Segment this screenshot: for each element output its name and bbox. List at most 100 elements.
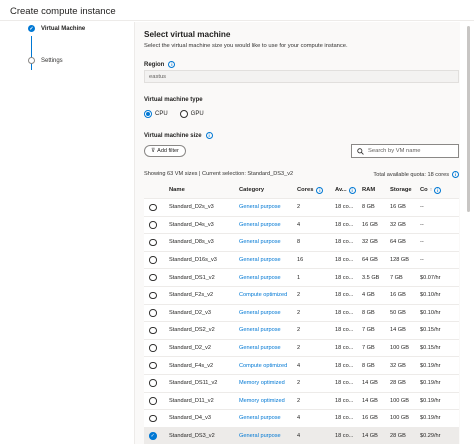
radio-button-icon[interactable] xyxy=(149,221,157,229)
vm-category: General purpose xyxy=(239,239,281,246)
search-input[interactable]: Search by VM name xyxy=(351,144,459,158)
column-header-storage[interactable]: Storage xyxy=(390,182,417,198)
vm-size-label: Virtual machine size xyxy=(144,132,202,139)
table-row[interactable]: Standard_D4s_v3 General purpose 4 18 co... 1… xyxy=(144,216,459,235)
radio-button-icon[interactable] xyxy=(149,273,157,282)
column-header-cores[interactable]: Cores i xyxy=(297,182,333,198)
info-icon[interactable]: i xyxy=(434,186,442,194)
vm-cost: $0.19/hr xyxy=(420,380,441,387)
row-select-cell[interactable] xyxy=(149,357,161,374)
table-row[interactable]: Standard_D4_v3 General purpose 4 18 co... 16… xyxy=(144,410,459,428)
vm-storage: 64 GB xyxy=(390,239,406,246)
vm-available-quota: 18 co... xyxy=(335,380,354,387)
vm-cores: 4 xyxy=(297,362,301,369)
vm-name: Standard_F4s_v2 xyxy=(169,362,214,369)
row-select-cell[interactable] xyxy=(149,322,161,339)
row-select-cell[interactable] xyxy=(149,252,161,269)
vm-cost: $0.10/hr xyxy=(420,309,441,316)
radio-button-icon[interactable] xyxy=(149,414,157,423)
vm-available-quota: 18 co... xyxy=(335,239,354,246)
radio-button-icon[interactable] xyxy=(149,203,157,212)
column-header-category[interactable]: Category xyxy=(239,182,297,198)
info-icon[interactable]: i xyxy=(452,171,459,178)
table-row[interactable]: Standard_DS1_v2 General purpose 1 18 co... 3… xyxy=(144,269,459,287)
radio-button-icon[interactable] xyxy=(149,309,157,317)
vm-type-label-row: Virtual machine type xyxy=(144,97,203,103)
row-select-cell[interactable] xyxy=(149,287,161,304)
table-row[interactable]: Standard_DS11_v2 Memory optimized 2 18 co..… xyxy=(144,374,459,393)
info-icon[interactable]: i xyxy=(168,61,176,68)
radio-button-icon[interactable] xyxy=(149,238,157,247)
row-select-cell[interactable] xyxy=(149,199,161,216)
vm-category: General purpose xyxy=(239,257,281,264)
filter-icon: ⊽ xyxy=(151,148,156,154)
table-row[interactable]: Standard_D2_v3 General purpose 2 18 co... 8 … xyxy=(144,304,459,323)
radio-button-icon[interactable] xyxy=(149,397,157,405)
column-header-available[interactable]: Av... i xyxy=(335,182,361,198)
quota-text: Total available quota: 18 cores xyxy=(373,171,449,178)
radio-button-icon[interactable] xyxy=(149,361,157,370)
column-header-cost[interactable]: Co ↑ i xyxy=(420,182,450,198)
vm-available-quota: 18 co... xyxy=(335,397,354,404)
vertical-scrollbar[interactable] xyxy=(464,22,474,444)
scrollbar-thumb[interactable] xyxy=(467,26,470,212)
table-row[interactable]: Standard_D11_v2 Memory optimized 2 18 co...… xyxy=(144,392,459,411)
table-row[interactable]: Standard_D16s_v3 General purpose 16 18 co..… xyxy=(144,251,459,270)
radio-button-icon[interactable] xyxy=(149,256,157,264)
step-circle-icon xyxy=(28,57,35,64)
vm-cost: -- xyxy=(420,204,424,211)
vm-cost: -- xyxy=(420,239,424,246)
vm-category: Memory optimized xyxy=(239,397,285,404)
wizard-step-label: Settings xyxy=(41,57,63,64)
radio-cpu[interactable]: CPU xyxy=(144,110,168,118)
window-title: Create compute instance xyxy=(10,6,116,17)
checkmark-icon[interactable]: ✓ xyxy=(149,432,157,440)
radio-button-icon[interactable] xyxy=(149,379,157,387)
row-select-cell[interactable] xyxy=(149,340,161,357)
vm-ram: 14 GB xyxy=(362,433,378,440)
sort-icon[interactable]: ↑ xyxy=(430,187,433,193)
table-row[interactable]: Standard_D8s_v3 General purpose 8 18 co... 3… xyxy=(144,234,459,252)
table-row[interactable]: Standard_D2_v2 General purpose 2 18 co... 7 … xyxy=(144,339,459,358)
vm-cores: 2 xyxy=(297,309,301,316)
table-row[interactable]: ✓ Standard_DS3_v2 General purpose 4 18 co...… xyxy=(144,427,459,444)
wizard-step-virtual-machine[interactable]: ✓ Virtual Machine xyxy=(28,25,85,32)
vm-cost: $0.19/hr xyxy=(420,415,441,422)
radio-button-icon[interactable] xyxy=(149,344,157,352)
row-select-cell[interactable] xyxy=(149,410,161,427)
row-select-cell[interactable] xyxy=(149,305,161,322)
radio-button-icon[interactable] xyxy=(149,326,157,335)
row-select-cell[interactable] xyxy=(149,269,161,286)
radio-cpu-label: CPU xyxy=(155,111,168,117)
vm-cores: 2 xyxy=(297,397,301,404)
wizard-step-settings[interactable]: Settings xyxy=(28,57,63,64)
row-select-cell[interactable] xyxy=(149,217,161,234)
column-header-ram[interactable]: RAM xyxy=(362,182,388,198)
vm-ram: 64 GB xyxy=(362,257,378,264)
row-select-cell[interactable] xyxy=(149,234,161,251)
vm-ram: 16 GB xyxy=(362,221,378,228)
vm-cores: 2 xyxy=(297,327,301,334)
radio-button-icon[interactable] xyxy=(179,110,188,118)
column-header-name[interactable]: Name xyxy=(169,182,237,198)
info-icon[interactable]: i xyxy=(316,186,324,194)
wizard-steps xyxy=(0,22,134,444)
vm-category: General purpose xyxy=(239,433,281,440)
table-row[interactable]: Standard_F4s_v2 Compute optimized 4 18 co..… xyxy=(144,357,459,375)
table-row[interactable]: Standard_F2s_v2 Compute optimized 2 18 co..… xyxy=(144,286,459,305)
vm-available-quota: 18 co... xyxy=(335,204,354,211)
row-select-cell[interactable]: ✓ xyxy=(149,428,161,444)
table-row[interactable]: Standard_D2s_v3 General purpose 2 18 co... 8… xyxy=(144,199,459,217)
vm-ram: 7 GB xyxy=(362,345,375,352)
table-row[interactable]: Standard_DS2_v2 General purpose 2 18 co... 7… xyxy=(144,322,459,340)
add-filter-button[interactable]: ⊽ Add filter xyxy=(144,145,186,157)
info-icon[interactable]: i xyxy=(348,186,356,194)
radio-gpu[interactable]: GPU xyxy=(179,110,204,118)
row-select-cell[interactable] xyxy=(149,375,161,392)
page-title: Select virtual machine xyxy=(144,30,231,39)
vm-name: Standard_D11_v2 xyxy=(169,397,214,404)
row-select-cell[interactable] xyxy=(149,393,161,410)
radio-button-icon[interactable] xyxy=(149,291,157,300)
radio-button-icon[interactable] xyxy=(144,110,152,118)
info-icon[interactable]: i xyxy=(205,132,213,139)
